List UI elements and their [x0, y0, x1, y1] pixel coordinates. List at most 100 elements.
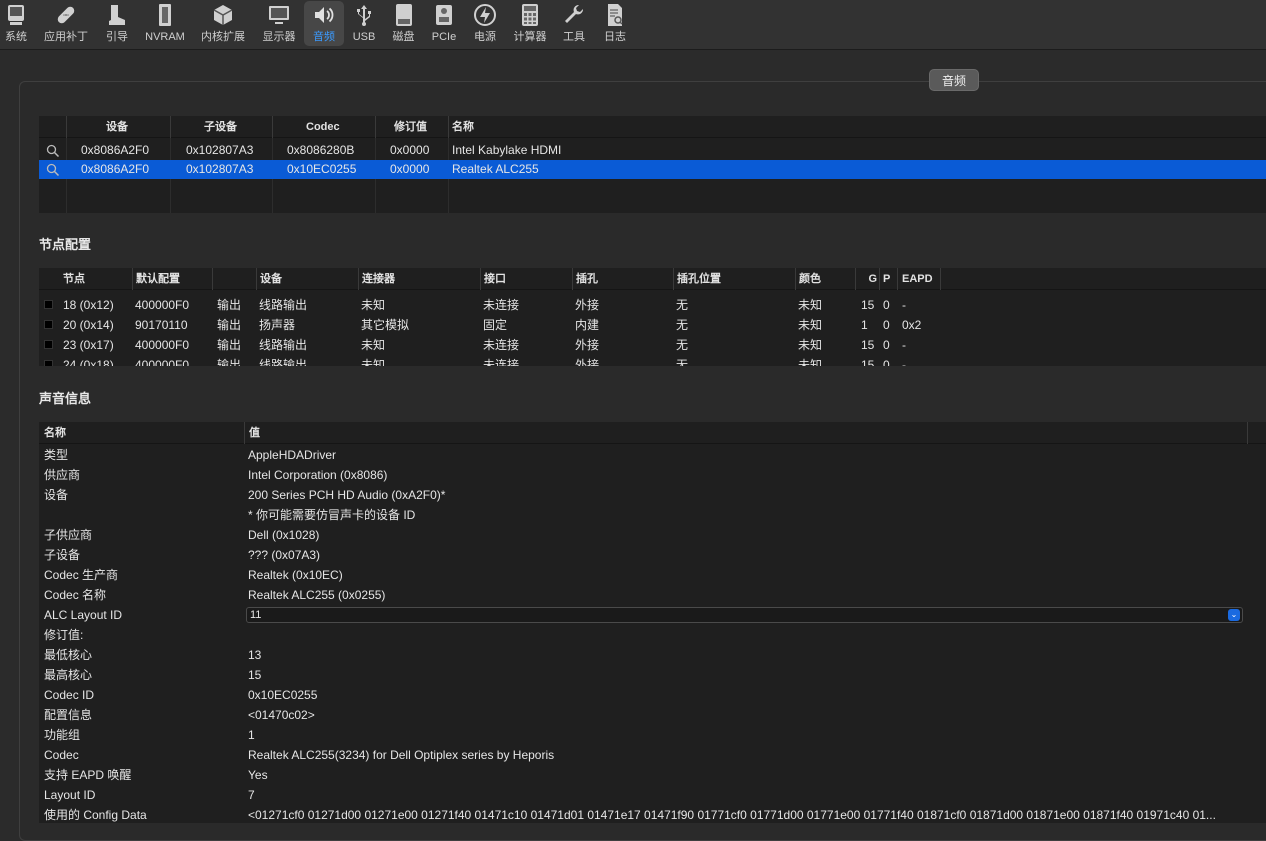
- cell-connector: 未知: [361, 338, 386, 352]
- info-row: 供应商 Intel Corporation (0x8086): [39, 465, 1266, 485]
- info-key: Codec: [44, 748, 79, 762]
- cell-jack: 外接: [575, 338, 600, 352]
- info-row: Codec 生产商 Realtek (0x10EC): [39, 565, 1266, 585]
- info-value: <01470c02>: [248, 708, 315, 722]
- node-config-title: 节点配置: [39, 237, 92, 252]
- toolbar-item-label: 应用补丁: [44, 31, 88, 43]
- layout-id-select[interactable]: 11 ⌄: [246, 607, 1243, 623]
- cell-device: 0x8086A2F0: [81, 162, 150, 176]
- header-location[interactable]: 插孔位置: [673, 268, 721, 290]
- cell-device: 线路输出: [259, 358, 308, 366]
- header-color[interactable]: 颜色: [795, 268, 821, 290]
- info-row: 最低核心 13: [39, 645, 1266, 665]
- header-jack[interactable]: 插孔: [572, 268, 598, 290]
- info-row: Codec 名称 Realtek ALC255 (0x0255): [39, 585, 1266, 605]
- header-name[interactable]: 名称: [44, 422, 66, 444]
- header-codec[interactable]: Codec: [272, 116, 340, 138]
- info-row: Codec ID 0x10EC0255: [39, 685, 1266, 705]
- info-value: Realtek ALC255 (0x0255): [248, 588, 386, 602]
- table-row[interactable]: 0x8086A2F0 0x102807A3 0x10EC0255 0x0000 Real…: [39, 160, 1266, 179]
- header-connector[interactable]: 连接器: [358, 268, 395, 290]
- info-value: 15: [248, 668, 262, 682]
- cell-node: 18 (0x12): [63, 298, 114, 312]
- info-row: 子设备 ??? (0x07A3): [39, 545, 1266, 565]
- info-value: 1: [248, 728, 255, 742]
- cell-config: 400000F0: [135, 338, 190, 352]
- toolbar-item-nvram[interactable]: NVRAM: [141, 1, 189, 46]
- toolbar-item-package[interactable]: 内核扩展: [197, 1, 249, 46]
- info-row: 设备 200 Series PCH HD Audio (0xA2F0)*: [39, 485, 1266, 505]
- header-port[interactable]: 接口: [480, 268, 506, 290]
- header-device[interactable]: 设备: [256, 268, 282, 290]
- toolbar-item-pcie[interactable]: PCIe: [428, 1, 460, 46]
- toolbar-item-calculator[interactable]: 计算器: [509, 1, 551, 46]
- wrench-icon: [561, 1, 587, 29]
- info-key: 设备: [44, 488, 69, 502]
- cell-eapd: -: [902, 338, 906, 352]
- cell-device: 线路输出: [259, 338, 308, 352]
- header-default-config[interactable]: 默认配置: [132, 268, 180, 290]
- boot-icon: [104, 1, 130, 29]
- toolbar-item-computer[interactable]: 系统: [1, 1, 31, 46]
- sound-info-table[interactable]: 名称 值 类型 AppleHDADriver 供应商 Intel Corporatio…: [39, 422, 1266, 823]
- toolbar-item-usb[interactable]: USB: [348, 1, 380, 46]
- info-key: 最低核心: [44, 648, 93, 662]
- header-subdevice[interactable]: 子设备: [170, 116, 237, 138]
- header-name[interactable]: 名称: [448, 116, 474, 138]
- toolbar-item-power[interactable]: 电源: [468, 1, 502, 46]
- header-revision[interactable]: 修订值: [375, 116, 427, 138]
- toolbar-item-label: NVRAM: [145, 31, 185, 43]
- chevron-down-icon[interactable]: ⌄: [1228, 609, 1240, 621]
- cell-eapd: 0x2: [902, 318, 922, 332]
- header-g[interactable]: G: [855, 268, 879, 290]
- info-row: 功能组 1: [39, 725, 1266, 745]
- header-value[interactable]: 值: [244, 422, 260, 444]
- toolbar-item-wrench[interactable]: 工具: [558, 1, 590, 46]
- toolbar-item-disk[interactable]: 磁盘: [387, 1, 420, 46]
- info-key: Codec ID: [44, 688, 95, 702]
- display-icon: [266, 1, 292, 29]
- cell-codec: 0x8086280B: [287, 143, 355, 157]
- info-key: 使用的 Config Data: [44, 808, 147, 822]
- tab-audio[interactable]: 音频: [929, 69, 979, 91]
- audio-device-table[interactable]: 设备 子设备 Codec 修订值 名称 0x8086A2F0 0x102807A3…: [39, 116, 1266, 213]
- disk-icon: [391, 1, 417, 29]
- toolbar-item-display[interactable]: 显示器: [258, 1, 300, 46]
- info-key: 配置信息: [44, 708, 93, 722]
- toolbar-item-boot[interactable]: 引导: [102, 1, 132, 46]
- info-value: ??? (0x07A3): [248, 548, 321, 562]
- info-row: 子供应商 Dell (0x1028): [39, 525, 1266, 545]
- search-icon[interactable]: [46, 160, 62, 179]
- sound-info-title: 声音信息: [39, 391, 92, 406]
- table-row[interactable]: 20 (0x14) 90170110 输出 扬声器 其它模拟 固定 内建 无 未知 1 0 0x2: [39, 315, 1266, 335]
- toolbar-item-label: 显示器: [262, 31, 296, 43]
- toolbar-item-speaker[interactable]: 音频: [304, 1, 344, 46]
- color-swatch: [44, 335, 56, 354]
- cell-device: 扬声器: [259, 318, 296, 332]
- log-icon: [602, 1, 628, 29]
- info-value: 13: [248, 648, 262, 662]
- cell-config: 400000F0: [135, 358, 190, 366]
- cell-jack: 外接: [575, 358, 600, 366]
- info-row: 配置信息 <01470c02>: [39, 705, 1266, 725]
- table-row[interactable]: 0x8086A2F0 0x102807A3 0x8086280B 0x0000 Inte…: [39, 141, 1266, 160]
- table-row[interactable]: 18 (0x12) 400000F0 输出 线路输出 未知 未连接 外接 无 未知 15 0-: [39, 295, 1266, 315]
- table-row[interactable]: 24 (0x18) 400000F0 输出 线路输出 未知 未连接 外接 无 未知 15 0 -: [39, 355, 1266, 366]
- cell-jack: 外接: [575, 298, 600, 312]
- header-node[interactable]: 节点: [63, 268, 85, 290]
- header-device[interactable]: 设备: [106, 116, 128, 138]
- info-key: 子设备: [44, 548, 81, 562]
- cell-location: 无: [676, 298, 689, 312]
- info-value: Realtek ALC255(3234) for Dell Optiplex s…: [248, 748, 555, 762]
- table-row[interactable]: 23 (0x17) 400000F0 输出 线路输出 未知 未连接 外接 无 未知 15 0-: [39, 335, 1266, 355]
- cell-name: Realtek ALC255: [452, 162, 539, 176]
- toolbar-item-bandage[interactable]: 应用补丁: [41, 1, 91, 46]
- search-icon[interactable]: [46, 141, 62, 160]
- header-eapd[interactable]: EAPD: [897, 268, 933, 290]
- toolbar-item-log[interactable]: 日志: [599, 1, 631, 46]
- node-config-table[interactable]: 节点 默认配置 设备 连接器 接口 插孔 插孔位置 颜色 G P EAPD 18…: [39, 268, 1266, 366]
- info-value: Dell (0x1028): [248, 528, 320, 542]
- info-row[interactable]: ALC Layout ID 11 ⌄: [39, 605, 1266, 625]
- header-p[interactable]: P: [879, 268, 890, 290]
- cell-eapd: -: [902, 298, 906, 312]
